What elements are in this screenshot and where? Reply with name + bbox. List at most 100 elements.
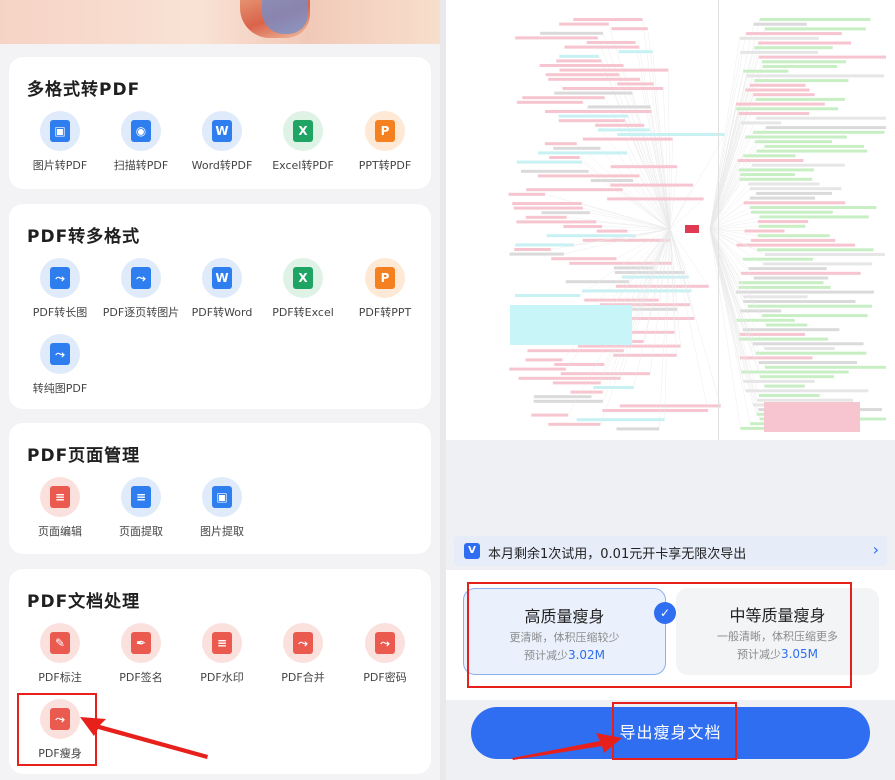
tool-word-to-pdf[interactable]: W Word转PDF [181, 111, 263, 185]
mindmap-node [537, 174, 640, 178]
mindmap-node [764, 384, 805, 388]
mindmap-node [551, 257, 617, 261]
tool-pdf-merge[interactable]: ⤳ PDF合并 [262, 623, 344, 697]
promo-banner[interactable] [0, 0, 440, 44]
pdf-to-ppt-icon: P [365, 258, 405, 298]
mindmap-node [749, 196, 816, 200]
mindmap-node [616, 427, 660, 431]
mindmap-preview[interactable] [446, 0, 895, 440]
mindmap-node [518, 376, 621, 380]
excel-to-pdf-icon: X [283, 111, 323, 151]
mindmap-node [510, 305, 632, 345]
tool-excel-to-pdf[interactable]: X Excel转PDF [262, 111, 344, 185]
mindmap-link [668, 70, 671, 230]
pure-image-pdf-icon: ⤳ [40, 334, 80, 374]
mindmap-node [757, 248, 874, 252]
mindmap-node [514, 248, 551, 251]
glyph-mark: W [215, 124, 229, 138]
mindmap-node [544, 110, 652, 113]
mindmap-node [740, 173, 796, 177]
mindmap-node [743, 69, 789, 73]
mindmap-node [756, 191, 832, 195]
tool-page-extract[interactable]: ≡ 页面提取 [100, 477, 182, 551]
mindmap-node [747, 304, 872, 308]
mindmap-link [709, 113, 739, 230]
tool-pdf-annotate[interactable]: ✎ PDF标注 [19, 623, 101, 697]
mindmap-node [736, 318, 795, 322]
mindmap-node [515, 294, 581, 297]
tool-pdf-to-excel[interactable]: X PDF转Excel [262, 258, 344, 332]
mindmap-node [749, 83, 806, 87]
mindmap-node [582, 137, 673, 141]
mindmap-node [736, 107, 839, 111]
tool-image-extract[interactable]: ▣ 图片提取 [181, 477, 263, 551]
mindmap-node [533, 399, 603, 403]
glyph-mark: X [298, 271, 308, 285]
tool-image-to-pdf[interactable]: ▣ 图片转PDF [19, 111, 101, 185]
mindmap-node [762, 314, 868, 318]
mindmap-link [709, 228, 754, 405]
mindmap-node [617, 82, 654, 86]
tool-pdf-sign[interactable]: ✒ PDF签名 [100, 623, 182, 697]
mindmap-node [741, 121, 782, 125]
mindmap-link [709, 228, 741, 358]
mindmap-node [757, 234, 830, 238]
mindmap-node [558, 119, 625, 123]
tool-pdf-to-page-images[interactable]: ⤳ PDF逐页转图片 [100, 258, 182, 332]
tool-pure-image-pdf[interactable]: ⤳ 转纯图PDF [19, 334, 101, 408]
mindmap-node [754, 140, 832, 144]
trial-banner[interactable]: V 本月剩余1次试用，0.01元开卡享无限次导出 › [454, 536, 887, 566]
tool-label: 转纯图PDF [32, 382, 88, 395]
mindmap-node [586, 41, 636, 44]
mindmap-spine [718, 0, 719, 440]
mindmap-node [750, 210, 833, 214]
tool-pdf-to-ppt[interactable]: P PDF转PPT [344, 258, 426, 332]
tool-label: PDF密码 [363, 671, 407, 684]
mindmap-node [753, 93, 815, 97]
image-to-pdf-icon: ▣ [40, 111, 80, 151]
mindmap-node [753, 130, 885, 134]
highlight-box-export [612, 702, 737, 760]
chevron-right-icon[interactable]: › [873, 540, 879, 559]
mindmap-node [764, 27, 866, 31]
section-card-page-management: PDF页面管理 ≡ 页面编辑 ≡ 页面提取 ▣ 图片提取 [9, 423, 431, 554]
slim-panel: V 本月剩余1次试用，0.01元开卡享无限次导出 › 高质量瘦身 更清晰，体积压… [446, 0, 895, 780]
word-to-pdf-icon: W [202, 111, 242, 151]
tool-pdf-watermark[interactable]: ≡ PDF水印 [181, 623, 263, 697]
mindmap-node [762, 65, 838, 68]
mindmap-node [576, 418, 665, 422]
tool-ppt-to-pdf[interactable]: P PPT转PDF [344, 111, 426, 185]
page-extract-icon: ≡ [121, 477, 161, 517]
mindmap-node [745, 88, 810, 92]
mindmap-node [743, 300, 856, 303]
glyph-mark: ≡ [135, 490, 147, 504]
mindmap-node [596, 229, 628, 233]
mindmap-node [545, 73, 620, 77]
mindmap-node [741, 370, 849, 374]
pdf-annotate-icon: ✎ [40, 623, 80, 663]
tool-page-edit[interactable]: ≡ 页面编辑 [19, 477, 101, 551]
section-title: 多格式转PDF [27, 80, 141, 100]
glyph-mark: ⤳ [380, 636, 390, 650]
mindmap-node [533, 395, 592, 399]
page-edit-icon: ≡ [40, 477, 80, 517]
mindmap-node [758, 361, 858, 365]
glyph-mark: ≡ [54, 490, 66, 504]
tool-label: PPT转PDF [358, 159, 412, 172]
mindmap-node [570, 390, 603, 394]
highlight-box-options [467, 582, 852, 688]
tool-pdf-to-word[interactable]: W PDF转Word [181, 258, 263, 332]
mindmap-node [751, 163, 845, 167]
tool-pdf-to-long-image[interactable]: ⤳ PDF转长图 [19, 258, 101, 332]
mindmap-node [755, 97, 845, 101]
mindmap-node [602, 409, 708, 412]
tools-panel: 多格式转PDF ▣ 图片转PDF ◉ 扫描转PDF W Word转PDF X Excel转PD… [0, 0, 440, 780]
tool-label: PDF转PPT [358, 306, 412, 319]
tool-pdf-password[interactable]: ⤳ PDF密码 [344, 623, 426, 697]
tool-scan-to-pdf[interactable]: ◉ 扫描转PDF [100, 111, 182, 185]
glyph-mark: ▣ [54, 124, 66, 138]
mindmap-node [748, 182, 820, 186]
mindmap-node [736, 243, 856, 247]
mindmap-node [613, 266, 654, 270]
pdf-to-word-icon: W [202, 258, 242, 298]
